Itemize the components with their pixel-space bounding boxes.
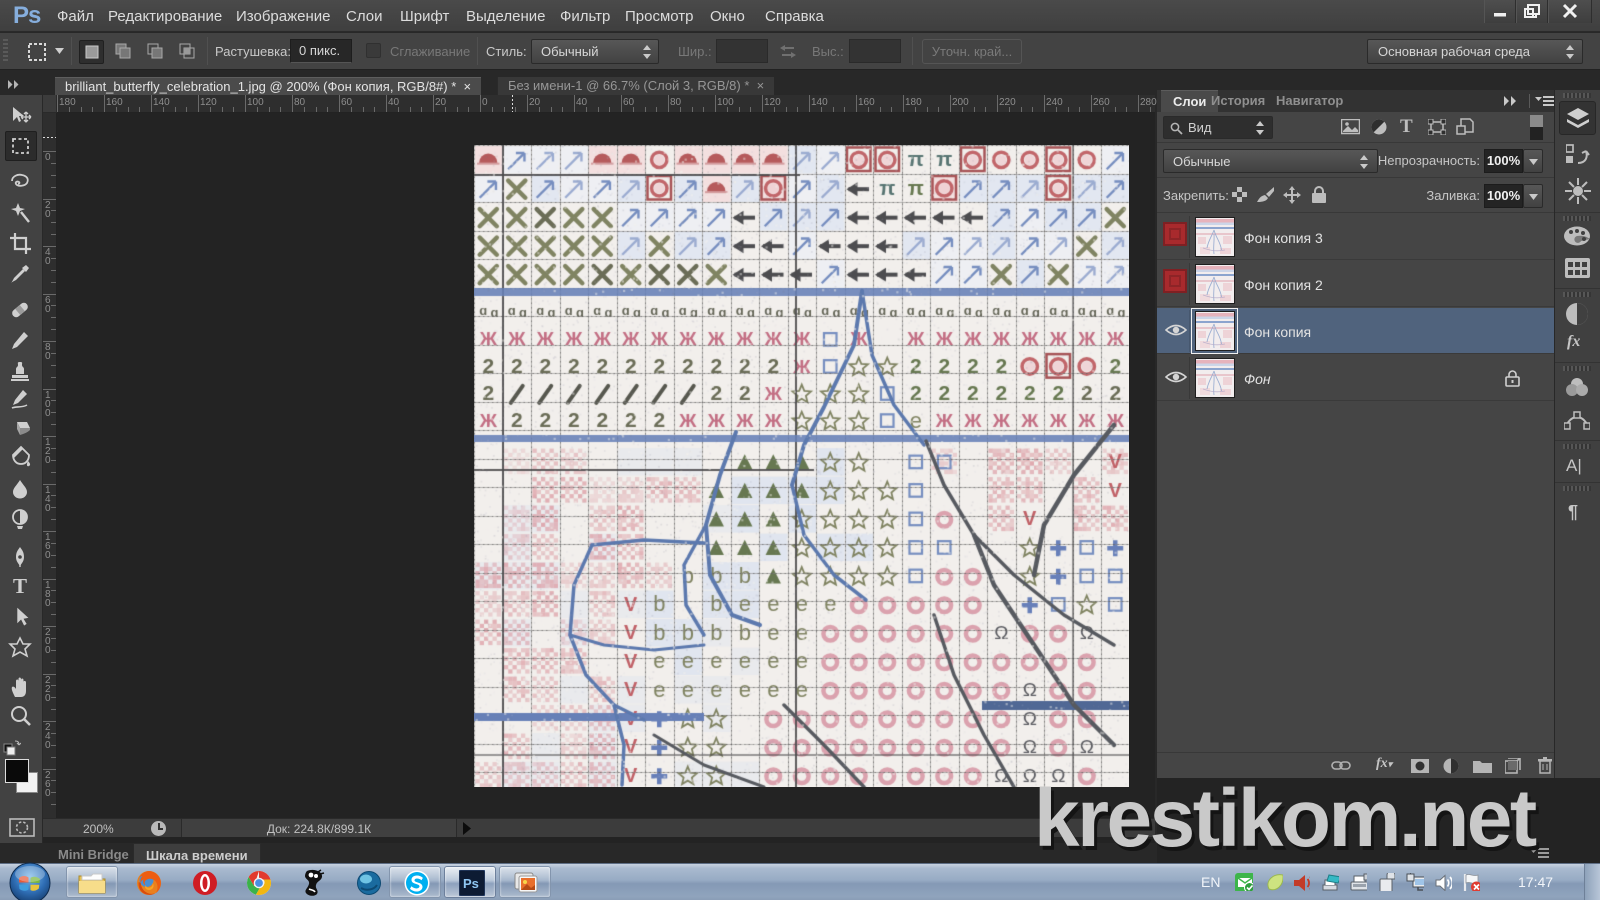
svg-text:Ps: Ps	[463, 876, 479, 891]
svg-text:T: T	[13, 574, 27, 598]
